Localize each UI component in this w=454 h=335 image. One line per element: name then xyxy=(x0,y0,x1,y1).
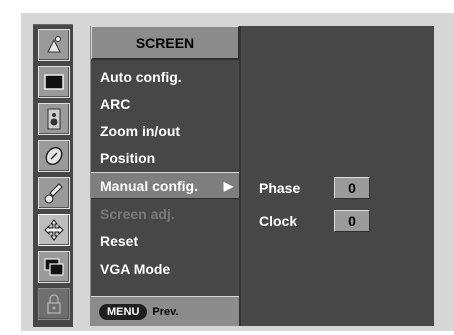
time-icon[interactable] xyxy=(38,140,70,172)
menu-item-label: Manual config. xyxy=(100,178,198,194)
lock-icon[interactable] xyxy=(38,288,70,320)
menu-item-screen-adj: Screen adj. xyxy=(91,201,239,228)
special-icon[interactable] xyxy=(38,177,70,209)
manual-config-panel: Phase 0 Clock 0 xyxy=(239,26,434,326)
menu-item-label: Screen adj. xyxy=(100,206,175,222)
submenu-arrow-icon: ▶ xyxy=(223,179,233,193)
menu-item-vga-mode[interactable]: VGA Mode xyxy=(91,256,239,283)
menu-item-label: Auto config. xyxy=(100,69,182,85)
menu-button[interactable]: MENU xyxy=(99,303,148,320)
prev-label: Prev. xyxy=(152,305,179,318)
menu-item-position[interactable]: Position xyxy=(91,145,239,172)
menu-icon-column xyxy=(33,24,73,327)
speaker-icon[interactable] xyxy=(38,103,70,135)
phase-value[interactable]: 0 xyxy=(334,177,370,199)
clock-label: Clock xyxy=(259,213,298,229)
phase-row[interactable]: Phase 0 xyxy=(259,177,370,199)
menu-title: SCREEN xyxy=(91,26,239,60)
menu-item-label: VGA Mode xyxy=(100,261,171,277)
menu-item-label: Reset xyxy=(100,233,139,249)
menu-item-zoom[interactable]: Zoom in/out xyxy=(91,118,239,145)
picture-icon[interactable] xyxy=(38,29,70,61)
menu-footer: MENU Prev. xyxy=(91,296,239,326)
tv-screen: SCREEN Auto config. ARC Zoom in/out Posi… xyxy=(0,0,454,335)
menu-item-arc[interactable]: ARC xyxy=(91,91,239,118)
screen-menu: SCREEN Auto config. ARC Zoom in/out Posi… xyxy=(90,26,241,326)
menu-item-manual-config[interactable]: Manual config. ▶ xyxy=(91,172,241,199)
menu-item-label: ARC xyxy=(100,96,131,112)
pip-icon[interactable] xyxy=(38,251,70,283)
phase-label: Phase xyxy=(259,180,301,196)
panel-divider xyxy=(239,26,241,326)
screen-icon[interactable] xyxy=(38,66,70,98)
clock-value[interactable]: 0 xyxy=(334,210,370,232)
menu-item-reset[interactable]: Reset xyxy=(91,228,239,255)
menu-item-label: Position xyxy=(100,150,156,166)
menu-item-label: Zoom in/out xyxy=(100,123,181,139)
screen-adjust-icon[interactable] xyxy=(38,214,70,246)
clock-row[interactable]: Clock 0 xyxy=(259,210,370,232)
menu-item-auto-config[interactable]: Auto config. xyxy=(91,64,239,91)
